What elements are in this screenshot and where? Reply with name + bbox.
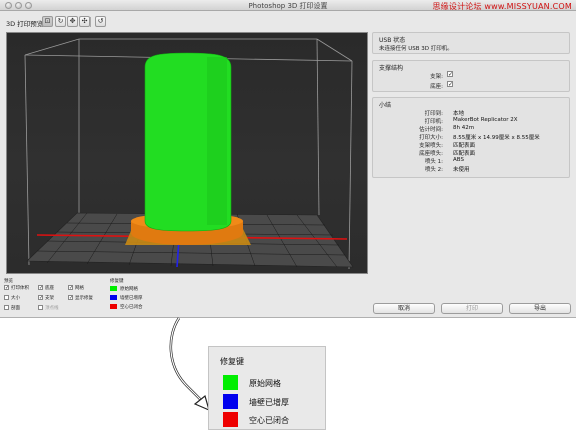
walls-thickened-swatch: [223, 394, 238, 409]
summary-row-value: 本地: [453, 111, 465, 117]
watermark: 思缘设计论坛 www.MISSYUAN.COM: [432, 2, 572, 11]
preview-options-title: 预览: [4, 279, 13, 284]
repair-legend-title: 修复键: [110, 279, 124, 284]
original-mesh-swatch: [110, 286, 117, 291]
summary-row-label: 支架喷头:: [419, 143, 443, 149]
walls-thickened-swatch: [110, 295, 117, 300]
summary-row-value: 未使用: [453, 167, 470, 173]
model-cylinder: [144, 52, 232, 232]
3d-scene: [24, 38, 354, 270]
usb-status-group: USB 状态 未连接任何 USB 3D 打印机。: [372, 32, 570, 54]
walls-thickened-label: 墙壁已增厚: [249, 398, 289, 407]
3d-preview-viewport[interactable]: [6, 32, 368, 274]
vertex-lines-checkbox[interactable]: [38, 305, 43, 310]
summary-row-label: 喷头 1:: [424, 159, 443, 165]
print-volume-label: 打印体积: [11, 286, 29, 291]
summary-row-label: 估计时间:: [419, 127, 443, 133]
cross-section-checkbox[interactable]: [4, 305, 9, 310]
walls-thickened-label: 墙壁已增厚: [120, 296, 143, 301]
cancel-button[interactable]: 取消: [373, 303, 435, 314]
raft-checkbox[interactable]: ✓: [447, 81, 453, 88]
orbit-icon[interactable]: ✥: [67, 16, 78, 27]
repair-legend-zoomed-title: 修复键: [220, 357, 244, 366]
summary-row-value: 匹配表面: [453, 151, 476, 157]
preview-label: 3D 打印预览: [6, 20, 44, 28]
export-button[interactable]: 导出: [509, 303, 571, 314]
holes-closed-swatch: [110, 304, 117, 309]
cross-section-label: 剖面: [11, 306, 20, 311]
holes-closed-label: 空心已闭合: [249, 416, 289, 425]
size-checkbox[interactable]: [4, 295, 9, 300]
pan-icon[interactable]: ✣: [79, 16, 90, 27]
original-mesh-label: 原始网格: [249, 379, 281, 388]
summary-row-label: 喷头 2:: [424, 167, 443, 173]
title-bar: Photoshop 3D 打印设置 思缘设计论坛 www.MISSYUAN.CO…: [0, 0, 576, 11]
summary-title: 小结: [379, 102, 392, 109]
toolbar-divider: [90, 17, 91, 27]
usb-status-title: USB 状态: [379, 37, 406, 44]
support-label: 支架:: [430, 74, 443, 80]
support-structure-title: 支撑结构: [379, 65, 404, 72]
toolbar: 3D 打印预览 ⊡ ↻ ✥ ✣ ↺: [0, 12, 576, 31]
rotate-icon[interactable]: ↻: [55, 16, 66, 27]
support-structure-group: 支撑结构 支架: ✓ 底座: ✓: [372, 60, 570, 92]
summary-row-value: ABS: [453, 157, 464, 163]
summary-row-value: MakerBot Replicator 2X: [453, 117, 518, 123]
original-mesh-swatch: [223, 375, 238, 390]
summary-row-label: 打印机:: [424, 119, 443, 125]
mesh-label: 网格: [75, 286, 84, 291]
base-label: 底座: [45, 286, 54, 291]
show-repair-label: 显示修复: [75, 296, 93, 301]
holes-closed-label: 空心已闭合: [120, 305, 143, 310]
summary-row-value: 匹配表面: [453, 143, 476, 149]
vertex-lines-label: 顶点线: [45, 306, 59, 311]
reset-icon[interactable]: ↺: [95, 16, 106, 27]
print-settings-window: Photoshop 3D 打印设置 思缘设计论坛 www.MISSYUAN.CO…: [0, 0, 576, 318]
raft-label: 底座:: [430, 84, 443, 90]
print-volume-checkbox[interactable]: ✓: [4, 285, 9, 291]
camera-view-icon[interactable]: ⊡: [42, 16, 53, 27]
repair-legend-zoomed: 修复键 原始网格 墙壁已增厚 空心已闭合: [208, 346, 326, 430]
summary-row-label: 打印到:: [424, 111, 443, 117]
summary-row-label: 底座喷头:: [419, 151, 443, 157]
support-checkbox[interactable]: ✓: [447, 71, 453, 78]
scaffold-checkbox[interactable]: ✓: [38, 295, 43, 301]
print-button[interactable]: 打印: [441, 303, 503, 314]
summary-group: 小结 打印到: 本地 打印机: MakerBot Replicator 2X 估…: [372, 97, 570, 178]
show-repair-checkbox[interactable]: ✓: [68, 295, 73, 301]
original-mesh-label: 原始网格: [120, 287, 138, 292]
scaffold-label: 支架: [45, 296, 54, 301]
base-checkbox[interactable]: ✓: [38, 285, 43, 291]
usb-status-message: 未连接任何 USB 3D 打印机。: [379, 46, 453, 52]
preview-options-panel: 预览 ✓ 打印体积 ✓ 底座 ✓ 网格 大小 ✓ 支架 ✓ 显示修复 剖面 顶点…: [4, 278, 104, 316]
holes-closed-swatch: [223, 412, 238, 427]
summary-row-value: 8.55厘米 x 14.99厘米 x 8.55厘米: [453, 135, 540, 141]
summary-row-label: 打印大小:: [419, 135, 443, 141]
mesh-checkbox[interactable]: ✓: [68, 285, 73, 291]
repair-legend-small: 修复键 原始网格 墙壁已增厚 空心已闭合: [110, 278, 170, 316]
summary-row-value: 8h 42m: [453, 125, 475, 131]
size-label: 大小: [11, 296, 20, 301]
